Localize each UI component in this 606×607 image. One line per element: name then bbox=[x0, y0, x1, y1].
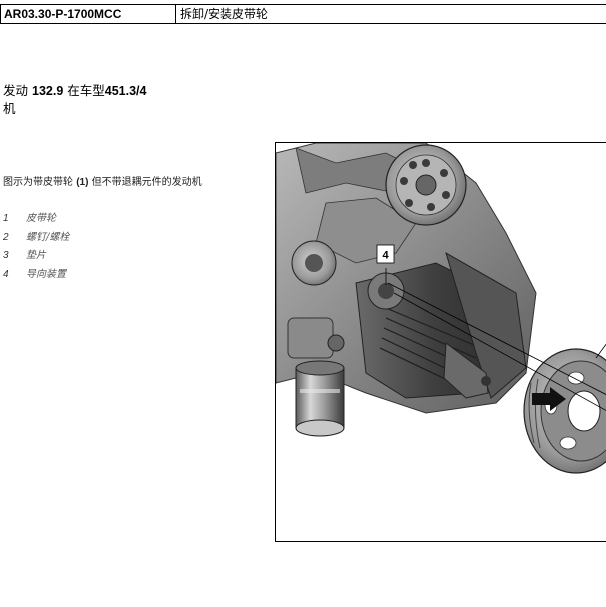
parts-legend: 1 皮带轮 2 螺钉/螺栓 3 垫片 4 导向装置 bbox=[3, 210, 69, 284]
legend-label: 导向装置 bbox=[26, 268, 66, 280]
legend-number: 2 bbox=[3, 231, 9, 243]
engine-mid: 在车型 bbox=[67, 83, 105, 98]
callout-label: 4 bbox=[382, 250, 389, 262]
engine-suffix: 机 bbox=[3, 101, 16, 116]
engine-illustration: 4 bbox=[275, 142, 606, 542]
document-title: 拆卸/安装皮带轮 bbox=[180, 7, 269, 21]
caption-before: 图示为带皮带轮 bbox=[3, 177, 73, 188]
engine-drawing: 4 bbox=[276, 143, 606, 474]
figure-caption: 图示为带皮带轮 (1) 但不带退耦元件的发动机 bbox=[3, 173, 202, 188]
document-code: AR03.30-P-1700MCC bbox=[1, 5, 176, 23]
legend-number: 3 bbox=[3, 250, 9, 261]
engine-models: 451.3/4 bbox=[104, 84, 147, 98]
legend-label: 螺钉/螺栓 bbox=[26, 231, 70, 243]
legend-item: 1 皮带轮 bbox=[3, 210, 69, 229]
legend-number: 1 bbox=[3, 213, 9, 224]
legend-number: 4 bbox=[3, 268, 9, 280]
engine-heading: 发动 132.9 在车型451.3/4 机 bbox=[3, 82, 183, 117]
engine-number: 132.9 bbox=[32, 84, 64, 98]
legend-label: 垫片 bbox=[26, 250, 46, 261]
caption-after: 但不带退耦元件的发动机 bbox=[91, 177, 202, 188]
legend-item: 3 垫片 bbox=[3, 247, 69, 266]
engine-prefix: 发动 bbox=[3, 83, 29, 98]
legend-label: 皮带轮 bbox=[26, 213, 56, 224]
caption-ref: (1) bbox=[76, 177, 89, 188]
legend-item: 4 导向装置 bbox=[3, 266, 69, 285]
legend-item: 2 螺钉/螺栓 bbox=[3, 229, 69, 248]
document-header: AR03.30-P-1700MCC 拆卸/安装皮带轮 bbox=[0, 4, 606, 24]
